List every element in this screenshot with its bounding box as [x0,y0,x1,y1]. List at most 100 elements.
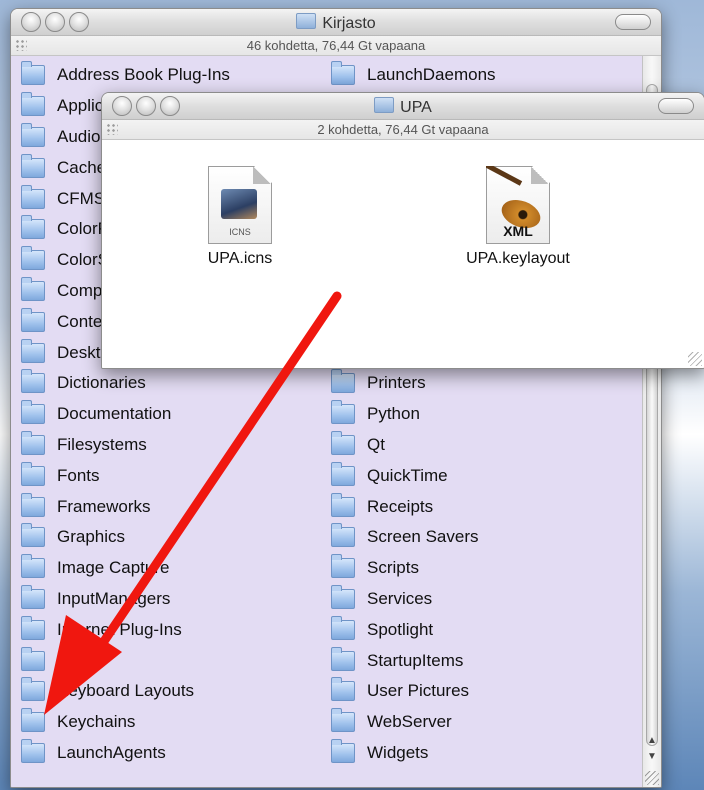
file-name: UPA.icns [207,250,273,267]
list-item-label: Receipts [367,496,434,516]
list-item[interactable]: Printers [331,368,496,399]
list-item[interactable]: QuickTime [331,460,496,491]
list-item[interactable]: Widgets [331,738,496,769]
list-item[interactable]: Documentation [21,399,232,430]
list-item[interactable]: WebServer [331,707,496,738]
folder-icon [21,92,45,117]
list-item-label: Widgets [367,742,429,762]
resize-handle[interactable] [688,352,702,366]
list-item-label: LaunchDaemons [367,65,496,85]
list-item-label: StartupItems [367,650,464,670]
list-item[interactable]: Graphics [21,522,232,553]
file-upa-icns[interactable]: ICNS UPA.icns [150,166,330,268]
list-item[interactable]: LaunchDaemons [331,60,496,91]
folder-icon [21,276,45,301]
resize-handle[interactable] [645,771,659,785]
list-item[interactable]: Dictionaries [21,368,232,399]
folder-icon [21,153,45,178]
grip-icon [106,123,118,135]
folder-icon [21,584,45,609]
kirjasto-titlebar[interactable]: Kirjasto [11,9,661,36]
list-item[interactable]: Scripts [331,553,496,584]
list-item-label: Dictionaries [57,373,146,393]
icns-file-icon: ICNS [208,166,272,244]
folder-icon [21,492,45,517]
folder-icon [331,738,355,763]
folder-icon [21,461,45,486]
folder-icon [331,492,355,517]
list-item[interactable]: Java [21,645,232,676]
list-item-label: Services [367,588,433,608]
upa-icon-view: ICNS UPA.icns XML UPA.keylayout [102,140,704,368]
folder-icon [21,122,45,147]
window-title: Kirjasto [11,13,661,33]
scroll-up-button[interactable]: ▲ [643,733,661,749]
list-item[interactable]: StartupItems [331,645,496,676]
list-item[interactable]: Address Book Plug-Ins [21,60,232,91]
folder-icon [21,615,45,640]
status-text: 2 kohdetta, 76,44 Gt vapaana [317,122,489,137]
list-item-label: Filesystems [57,434,147,454]
list-item-label: Internet Plug-Ins [57,619,182,639]
list-item[interactable]: Internet Plug-Ins [21,614,232,645]
folder-icon [21,246,45,271]
list-item[interactable]: User Pictures [331,676,496,707]
folder-icon [374,97,395,113]
file-badge: XML [503,223,533,239]
folder-icon [331,708,355,733]
file-badge: ICNS [229,227,251,237]
list-item[interactable]: Spotlight [331,614,496,645]
list-item-label: Keychains [57,712,136,732]
folder-icon [21,400,45,425]
list-item[interactable]: Filesystems [21,430,232,461]
list-item-label: Python [367,404,420,424]
list-item-label: LaunchAgents [57,742,166,762]
list-item-label: Printers [367,373,426,393]
list-item[interactable]: LaunchAgents [21,738,232,769]
folder-icon [21,338,45,363]
upa-titlebar[interactable]: UPA [102,93,704,120]
folder-icon [21,215,45,240]
list-item-label: Fonts [57,465,100,485]
upa-window[interactable]: UPA 2 kohdetta, 76,44 Gt vapaana ICNS UP… [101,92,704,369]
list-item[interactable]: Qt [331,430,496,461]
list-item-label: Spotlight [367,619,434,639]
folder-icon [331,646,355,671]
list-item[interactable]: Screen Savers [331,522,496,553]
list-item[interactable]: Python [331,399,496,430]
folder-icon [21,184,45,209]
list-item-label: Keyboard Layouts [57,681,195,701]
list-item[interactable]: Services [331,584,496,615]
list-item[interactable]: InputManagers [21,584,232,615]
list-item-label: Screen Savers [367,527,479,547]
toolbar-toggle-button[interactable] [658,98,694,114]
list-item-label: Audio [57,126,101,146]
list-item-label: Documentation [57,404,172,424]
list-item[interactable]: Fonts [21,460,232,491]
list-item[interactable]: Keyboard Layouts [21,676,232,707]
folder-icon [21,61,45,86]
scroll-down-button[interactable]: ▼ [643,749,661,765]
upa-statusbar: 2 kohdetta, 76,44 Gt vapaana [102,120,704,140]
toolbar-toggle-button[interactable] [615,14,651,30]
list-item-label: Image Capture [57,558,170,578]
folder-icon [331,369,355,394]
file-upa-keylayout[interactable]: XML UPA.keylayout [428,166,608,268]
list-item-label: Qt [367,434,385,454]
folder-icon [331,461,355,486]
folder-icon [21,646,45,671]
list-item[interactable]: Keychains [21,707,232,738]
list-item[interactable]: Image Capture [21,553,232,584]
keylayout-file-icon: XML [486,166,550,244]
list-item-label: User Pictures [367,681,470,701]
guitar-icon [486,166,523,186]
folder-icon [21,554,45,579]
list-item-label: QuickTime [367,465,448,485]
folder-icon [21,430,45,455]
folder-icon [21,307,45,332]
folder-icon [331,615,355,640]
list-item-label: InputManagers [57,588,171,608]
list-item[interactable]: Frameworks [21,491,232,522]
folder-icon [21,523,45,548]
list-item[interactable]: Receipts [331,491,496,522]
